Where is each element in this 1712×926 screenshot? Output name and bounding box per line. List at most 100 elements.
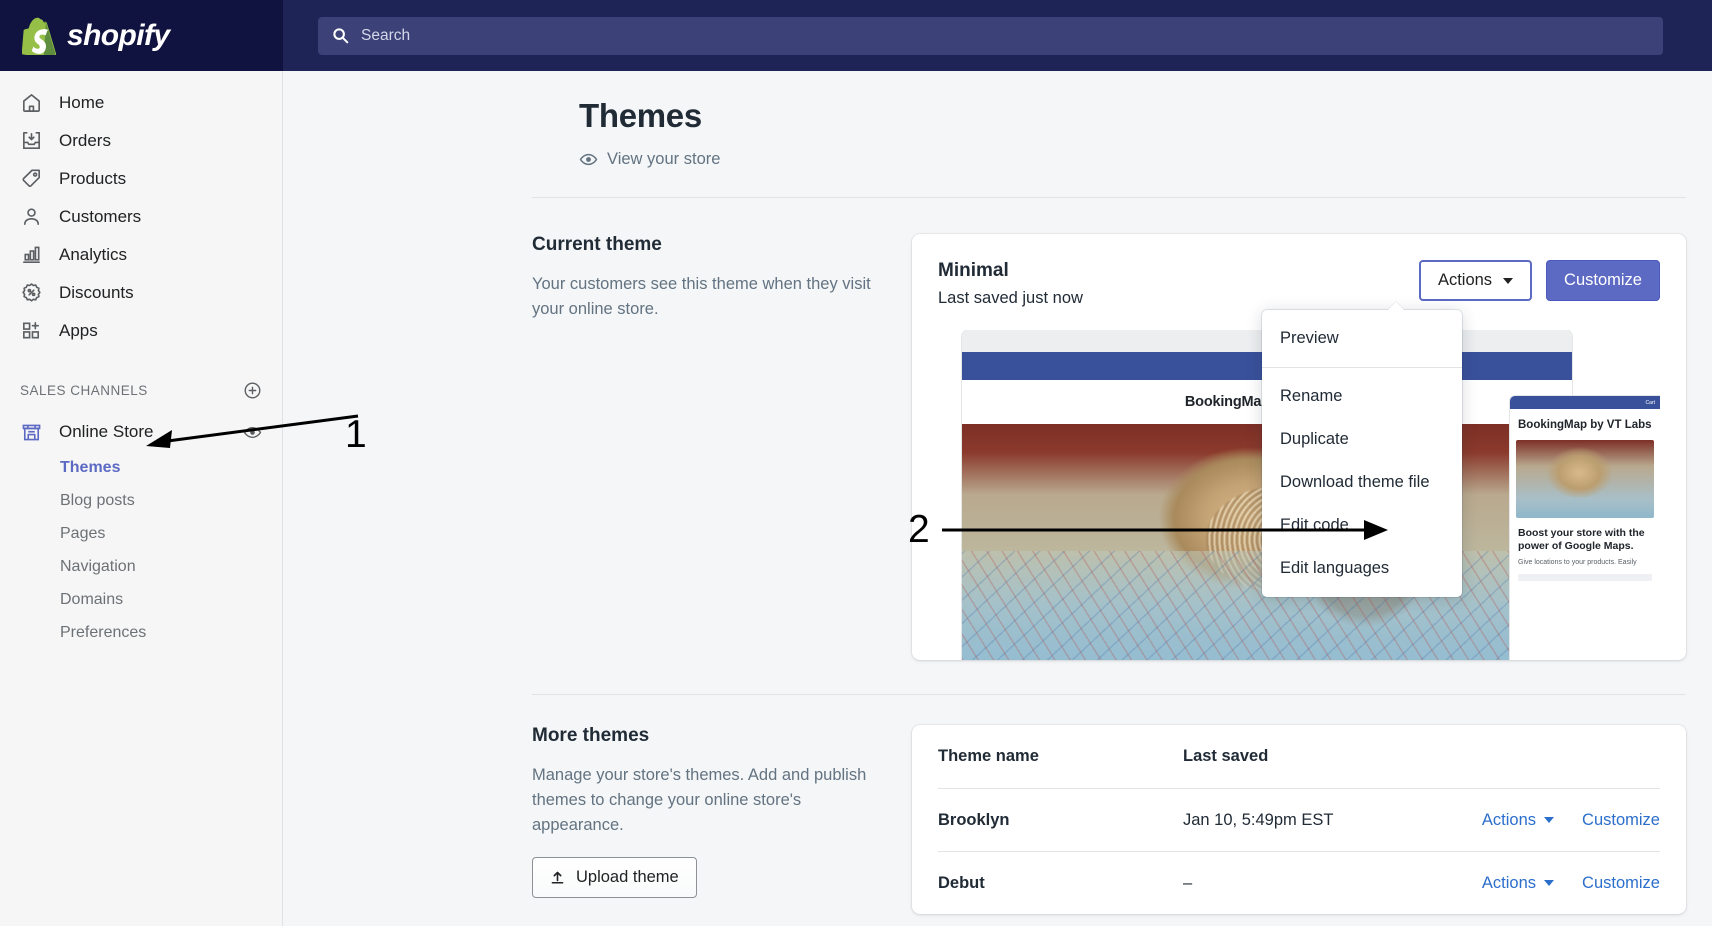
menu-item-rename[interactable]: Rename [1262,375,1462,418]
analytics-bar-chart-icon [23,246,40,263]
customize-button[interactable]: Customize [1546,260,1660,301]
sidebar-item-label: Products [59,168,127,188]
table-header-row: Theme name Last saved [938,725,1660,788]
menu-item-download-theme-file[interactable]: Download theme file [1262,461,1462,504]
row-customize-link[interactable]: Customize [1582,874,1660,892]
theme-row-actions[interactable]: Actions [1468,811,1554,830]
menu-item-label: Rename [1280,387,1343,405]
actions-dropdown-menu: Preview Rename Duplicate Download theme … [1262,310,1462,597]
sidebar-item-discounts[interactable]: Discounts [0,273,282,311]
theme-row-last-saved: Jan 10, 5:49pm EST [1183,810,1334,829]
discount-percent-icon [22,282,41,302]
sidebar-sub-label: Domains [60,590,124,608]
shopify-brand[interactable]: shopify [0,0,283,71]
row-customize-link[interactable]: Customize [1582,811,1660,829]
view-your-store-label: View your store [607,150,721,168]
more-themes-section: More themes Manage your store's themes. … [283,695,1712,914]
theme-row-actions[interactable]: Actions [1468,874,1554,893]
menu-item-label: Preview [1280,329,1339,347]
row-actions-button[interactable]: Actions [1482,874,1554,893]
sidebar-item-preferences[interactable]: Preferences [0,616,282,649]
sidebar-item-pages[interactable]: Pages [0,517,282,550]
chevron-down-icon [1544,817,1554,823]
menu-item-label: Download theme file [1280,473,1430,491]
sidebar-item-label: Home [59,92,105,112]
sidebar-item-online-store[interactable]: Online Store [0,413,282,451]
sidebar-item-navigation[interactable]: Navigation [0,550,282,583]
search-box[interactable] [318,16,1663,55]
eye-icon [579,153,598,166]
search-icon [333,28,349,44]
row-actions-label: Actions [1481,810,1536,829]
search-input[interactable] [361,26,1649,45]
plus-circle-icon[interactable] [243,381,262,400]
shopify-bag-icon [22,17,56,55]
annotation-number-1: 1 [345,413,367,456]
theme-row-name: Brooklyn [938,810,1010,829]
current-theme-description: Your customers see this theme when they … [532,275,871,318]
sales-channels-header: SALES CHANNELS [0,373,282,407]
main-content: Themes View your store Current theme You… [283,71,1712,926]
theme-row-name: Debut [938,873,985,892]
sidebar-item-products[interactable]: Products [0,159,282,197]
view-your-store-link[interactable]: View your store [579,150,720,169]
sidebar-item-label: Discounts [59,282,134,302]
current-theme-card-header: Minimal Last saved just now Actions Cust… [912,234,1686,308]
menu-item-label: Edit languages [1280,559,1390,577]
preview-mobile-body: Give locations to your products. Easily [1518,559,1637,567]
menu-item-preview[interactable]: Preview [1262,317,1462,360]
current-theme-section: Current theme Your customers see this th… [283,198,1712,660]
sidebar-item-apps[interactable]: Apps [0,311,282,349]
sidebar-item-label: Analytics [59,244,128,264]
sidebar-sub-label: Preferences [60,623,147,641]
sidebar-item-label: Customers [59,206,142,226]
sidebar-sub-label: Pages [60,524,106,542]
column-header-last-saved: Last saved [1183,747,1269,765]
menu-item-duplicate[interactable]: Duplicate [1262,418,1462,461]
row-actions-button[interactable]: Actions [1482,811,1554,830]
page-header: Themes View your store [283,71,1712,169]
sidebar-item-customers[interactable]: Customers [0,197,282,235]
apps-grid-plus-icon [23,321,40,339]
current-theme-name: Minimal [938,260,1009,281]
sidebar-item-orders[interactable]: Orders [0,121,282,159]
preview-mobile-nav: Cart [1510,396,1660,409]
current-theme-title: Current theme [532,234,662,255]
current-theme-info: Current theme Your customers see this th… [532,234,912,660]
upload-theme-label: Upload theme [576,868,679,887]
sales-channels-title: SALES CHANNELS [20,382,148,398]
sidebar-item-label: Apps [59,320,98,340]
preview-mobile-placeholder [1518,573,1652,581]
table-row: Debut – Actions Customize [938,851,1660,914]
eye-icon[interactable] [243,423,262,442]
sidebar: Home Orders Products Customers Analytics… [0,71,283,926]
top-bar: shopify [0,0,1712,71]
sidebar-item-domains[interactable]: Domains [0,583,282,616]
chevron-down-icon [1503,277,1514,284]
sidebar-item-analytics[interactable]: Analytics [0,235,282,273]
theme-row-customize[interactable]: Customize [1554,811,1660,830]
theme-preview-mobile: Cart BookingMap by VT Labs Boost your st… [1510,396,1660,660]
actions-button[interactable]: Actions [1418,260,1533,301]
menu-separator [1262,367,1462,368]
sidebar-item-label: Orders [59,130,111,150]
chevron-down-icon [1544,880,1554,886]
product-tag-icon [22,168,40,187]
theme-row-customize[interactable]: Customize [1554,874,1660,893]
menu-item-edit-code[interactable]: Edit code [1262,504,1462,547]
sidebar-item-blog-posts[interactable]: Blog posts [0,484,282,517]
brand-name: shopify [67,18,170,52]
home-icon [23,93,40,112]
sidebar-sub-label: Blog posts [60,491,135,509]
more-themes-title: More themes [532,725,650,746]
sidebar-item-home[interactable]: Home [0,83,282,121]
preview-mobile-heading: Boost your store with the power of Googl… [1518,527,1645,553]
sidebar-item-label: Online Store [59,422,154,441]
sidebar-item-themes[interactable]: Themes [0,451,282,484]
orders-inbox-icon [23,131,40,149]
menu-item-edit-languages[interactable]: Edit languages [1262,547,1462,590]
menu-item-label: Edit code [1280,516,1349,534]
current-theme-last-saved: Last saved just now [938,289,1083,307]
upload-theme-button[interactable]: Upload theme [532,857,697,899]
current-theme-buttons: Actions Customize [1418,260,1660,301]
